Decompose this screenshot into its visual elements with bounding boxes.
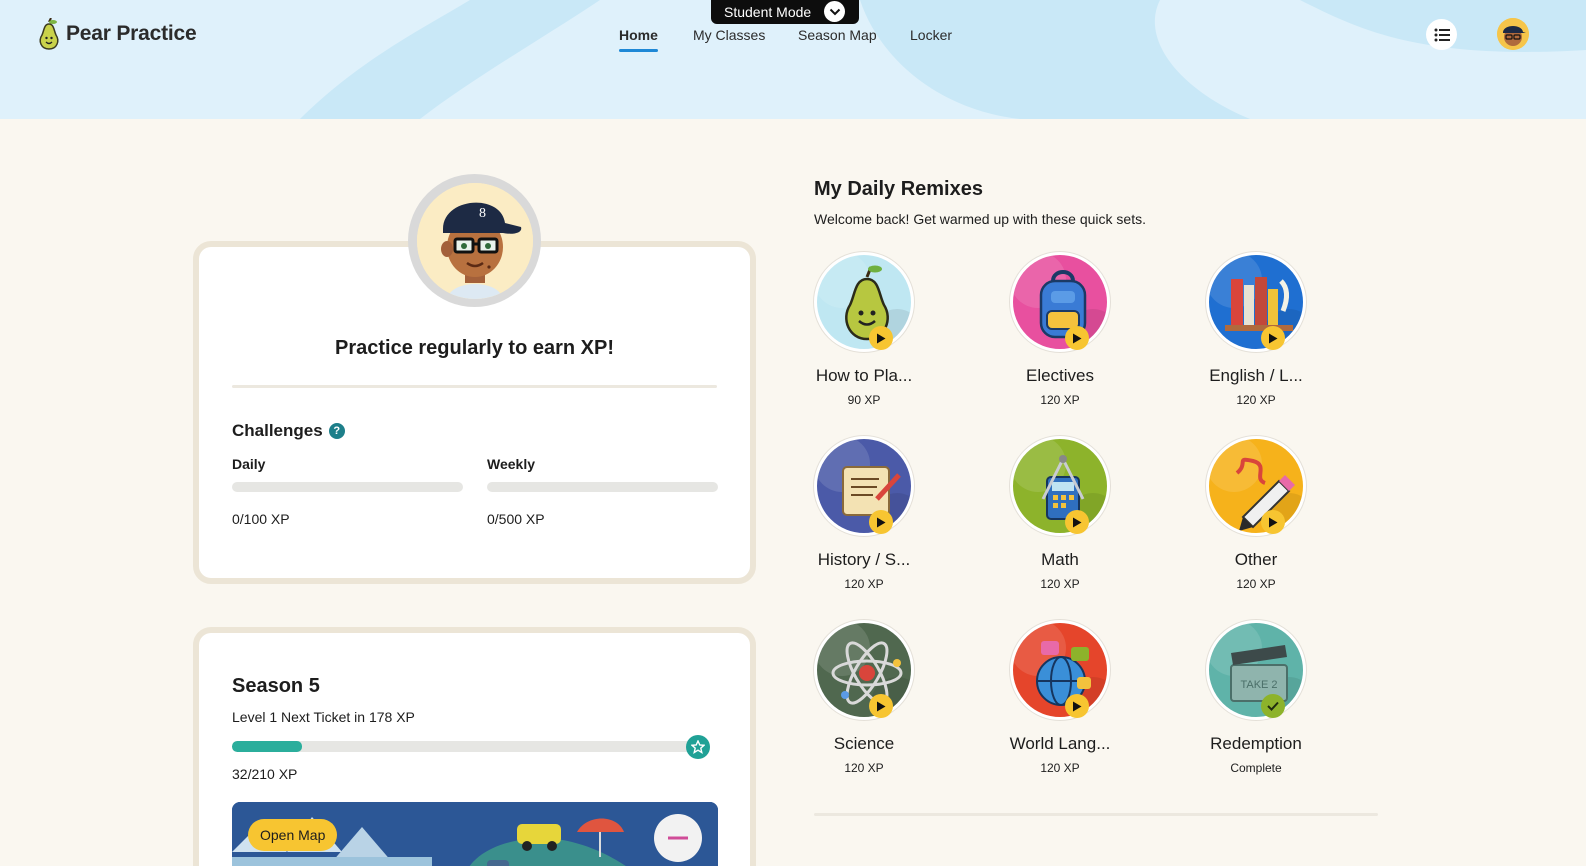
- remix-tile-xp: 90 XP: [847, 393, 881, 407]
- nav-my-classes[interactable]: My Classes: [693, 27, 765, 43]
- season-card: Season 5 Level 1 Next Ticket in 178 XP 3…: [193, 627, 756, 866]
- pear-icon: [814, 252, 914, 352]
- play-icon[interactable]: [1065, 694, 1089, 718]
- remix-tile-name: Redemption: [1210, 734, 1302, 753]
- challenges-label: Challenges: [232, 421, 323, 440]
- remix-tile-xp: 120 XP: [1040, 577, 1080, 591]
- star-icon: [686, 735, 710, 759]
- play-icon[interactable]: [869, 510, 893, 534]
- remix-tile[interactable]: Science 120 XP: [794, 620, 934, 775]
- open-map-button[interactable]: Open Map: [248, 819, 338, 851]
- weekly-label: Weekly: [487, 456, 535, 472]
- section-divider: [814, 813, 1378, 816]
- challenges-heading: Challenges ?: [232, 421, 345, 441]
- profile-avatar[interactable]: 8: [408, 174, 541, 307]
- atom-icon: [814, 620, 914, 720]
- books-icon: [1206, 252, 1306, 352]
- play-icon[interactable]: [1261, 510, 1285, 534]
- remix-tile-xp: 120 XP: [844, 577, 884, 591]
- user-avatar-button[interactable]: [1497, 18, 1529, 50]
- clapperboard-icon: TAKE 2: [1206, 620, 1306, 720]
- svg-text:8: 8: [479, 206, 486, 221]
- remix-tile-xp: 120 XP: [1040, 761, 1080, 775]
- chevron-down-icon: [824, 1, 845, 22]
- scroll-icon: [814, 436, 914, 536]
- remix-tile-xp: 120 XP: [1236, 577, 1276, 591]
- season-map-preview[interactable]: Open Map: [232, 802, 718, 866]
- remix-tile-xp: Complete: [1230, 761, 1282, 775]
- daily-label: Daily: [232, 456, 266, 472]
- help-icon[interactable]: ?: [328, 423, 345, 439]
- nav-season-map[interactable]: Season Map: [798, 27, 877, 43]
- remix-tile[interactable]: Electives 120 XP: [990, 252, 1130, 407]
- play-icon[interactable]: [1065, 510, 1089, 534]
- remix-tile-name: History / S...: [817, 550, 911, 569]
- play-icon[interactable]: [1261, 326, 1285, 350]
- play-icon[interactable]: [869, 326, 893, 350]
- calculator-icon: [1010, 436, 1110, 536]
- remix-tile-name: English / L...: [1209, 366, 1303, 385]
- remix-tile[interactable]: English / L... 120 XP: [1186, 252, 1326, 407]
- remixes-title: My Daily Remixes: [814, 178, 983, 200]
- remix-tile[interactable]: How to Pla... 90 XP: [794, 252, 934, 407]
- divider: [232, 385, 717, 388]
- play-icon[interactable]: [1065, 326, 1089, 350]
- weekly-progress-bar: [487, 482, 718, 492]
- main-nav: Home My Classes Season Map Locker: [0, 27, 1586, 57]
- pencil-icon: [1206, 436, 1306, 536]
- remix-tile-name: World Lang...: [1009, 734, 1111, 753]
- remix-tile-name: Other: [1234, 550, 1278, 569]
- svg-text:TAKE 2: TAKE 2: [1240, 679, 1277, 691]
- student-mode-toggle[interactable]: Student Mode: [711, 0, 859, 24]
- remix-tile-xp: 120 XP: [844, 761, 884, 775]
- remix-tile[interactable]: Other 120 XP: [1186, 436, 1326, 591]
- daily-value: 0/100 XP: [232, 511, 290, 527]
- remix-tile[interactable]: TAKE 2 Redemption Complete: [1186, 620, 1326, 775]
- globe-icon: [1010, 620, 1110, 720]
- remix-tile-name: Science: [833, 734, 895, 753]
- nav-locker[interactable]: Locker: [910, 27, 952, 43]
- nav-home[interactable]: Home: [619, 27, 658, 52]
- remix-tile-xp: 120 XP: [1040, 393, 1080, 407]
- remix-tile[interactable]: History / S... 120 XP: [794, 436, 934, 591]
- remix-tile-xp: 120 XP: [1236, 393, 1276, 407]
- student-mode-label: Student Mode: [724, 4, 812, 20]
- list-menu-icon: [1434, 28, 1450, 41]
- weekly-value: 0/500 XP: [487, 511, 545, 527]
- remix-tile-name: Electives: [1025, 366, 1095, 385]
- remix-tile-name: Math: [1041, 550, 1079, 569]
- backpack-icon: [1010, 252, 1110, 352]
- remix-tile[interactable]: Math 120 XP: [990, 436, 1130, 591]
- user-avatar: [1497, 18, 1529, 50]
- checkmark-icon[interactable]: [1261, 694, 1285, 718]
- season-title: Season 5: [232, 675, 320, 697]
- remixes-subtitle: Welcome back! Get warmed up with these q…: [814, 211, 1146, 227]
- profile-avatar-image: 8: [416, 182, 533, 299]
- menu-button[interactable]: [1426, 19, 1457, 50]
- season-subtitle: Level 1 Next Ticket in 178 XP: [232, 709, 415, 725]
- daily-progress-bar: [232, 482, 463, 492]
- season-progress-bar: [232, 741, 692, 752]
- play-icon[interactable]: [869, 694, 893, 718]
- season-progress-text: 32/210 XP: [232, 766, 298, 782]
- xp-card-title: Practice regularly to earn XP!: [334, 337, 614, 359]
- remix-tile[interactable]: World Lang... 120 XP: [990, 620, 1130, 775]
- season-progress-fill: [232, 741, 302, 752]
- top-header: Pear Practice Student Mode Home My Class…: [0, 0, 1586, 119]
- remix-tile-name: How to Pla...: [815, 366, 913, 385]
